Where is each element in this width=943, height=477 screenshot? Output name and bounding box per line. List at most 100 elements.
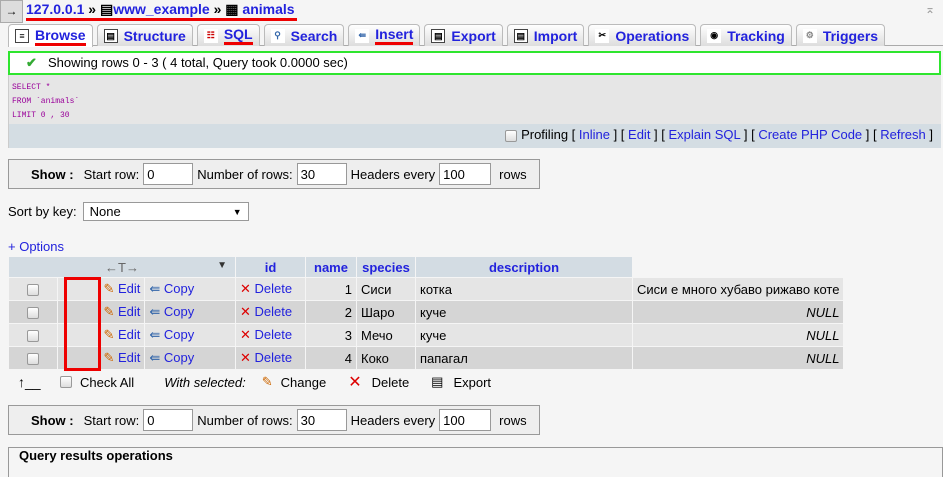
tab-search[interactable]: ⚲ Search <box>263 24 345 46</box>
num-rows-input[interactable] <box>296 163 347 185</box>
show-button[interactable]: Show : <box>31 413 74 428</box>
row-checkbox[interactable] <box>26 330 39 343</box>
tab-label: Import <box>533 27 578 44</box>
copy-cell: ⇚ Copy <box>145 278 235 300</box>
collapse-icon[interactable]: ⌅ <box>925 2 935 16</box>
copy-icon: ⇚ <box>149 304 161 319</box>
refresh-link[interactable]: Refresh <box>880 127 926 142</box>
breadcrumb-database[interactable]: www_example <box>113 1 210 17</box>
show-button[interactable]: Show : <box>31 167 74 182</box>
cell-id: 2 <box>306 301 356 323</box>
options-link[interactable]: + Options <box>8 239 64 254</box>
tab-label: SQL <box>223 26 253 45</box>
profiling-label: Profiling <box>521 127 569 142</box>
tab-tracking[interactable]: ◉ Tracking <box>700 24 792 46</box>
bulk-actions: ↑__ Check All With selected: ✎ Change ✕ … <box>18 372 491 392</box>
message-text: Showing rows 0 - 3 ( 4 total, Query took… <box>48 55 348 70</box>
pencil-icon: ✎ <box>103 350 115 365</box>
edit-sql-link[interactable]: Edit <box>628 127 650 142</box>
sql-line: FROM `animals` <box>12 97 80 106</box>
breadcrumb-server[interactable]: 127.0.0.1 <box>26 1 84 17</box>
headers-input[interactable] <box>439 163 492 185</box>
start-row-input[interactable] <box>143 409 194 431</box>
edit-highlight <box>64 277 101 371</box>
column-header-id[interactable]: id <box>236 257 305 277</box>
tab-triggers[interactable]: ⚙ Triggers <box>795 24 886 46</box>
copy-link[interactable]: Copy <box>164 327 194 342</box>
cell-description: NULL <box>633 347 844 369</box>
start-row-input[interactable] <box>143 163 194 185</box>
copy-link[interactable]: Copy <box>164 350 194 365</box>
export-selected-button[interactable]: Export <box>453 375 491 390</box>
copy-link[interactable]: Copy <box>164 281 194 296</box>
create-php-code-link[interactable]: Create PHP Code <box>758 127 862 142</box>
delete-icon: ✕ <box>240 281 251 296</box>
delete-link[interactable]: Delete <box>255 350 293 365</box>
delete-icon: ✕ <box>240 304 251 319</box>
tab-structure[interactable]: ▤ Structure <box>96 24 193 46</box>
breadcrumb-table[interactable]: animals <box>242 1 294 17</box>
column-resize-header[interactable]: ←T→ ▼ <box>9 257 235 277</box>
row-checkbox[interactable] <box>26 307 39 320</box>
delete-link[interactable]: Delete <box>255 281 293 296</box>
edit-link[interactable]: Edit <box>118 327 140 342</box>
column-header-species[interactable]: species <box>357 257 415 277</box>
separator: » <box>88 1 97 17</box>
tab-label: Triggers <box>822 27 879 44</box>
delete-link[interactable]: Delete <box>255 327 293 342</box>
column-header-name[interactable]: name <box>306 257 356 277</box>
delete-selected-button[interactable]: Delete <box>372 375 410 390</box>
pencil-icon: ✎ <box>103 281 115 296</box>
chevron-down-icon: ▼ <box>232 206 242 217</box>
import-icon: ▤ <box>513 28 528 43</box>
sort-select[interactable]: None ▼ <box>82 202 249 221</box>
row-checkbox[interactable] <box>26 284 39 297</box>
copy-cell: ⇚ Copy <box>145 301 235 323</box>
row-checkbox[interactable] <box>26 353 39 366</box>
row-checkbox-cell <box>9 347 57 369</box>
cell-species: куче <box>416 301 632 323</box>
num-rows-input[interactable] <box>296 409 347 431</box>
tab-insert[interactable]: ⇚ Insert <box>348 24 421 46</box>
delete-cell: ✕ Delete <box>236 301 305 323</box>
tab-label: Insert <box>375 26 414 45</box>
column-menu-icon[interactable]: ▼ <box>217 260 227 271</box>
row-checkbox-cell <box>9 278 57 300</box>
tab-label: Structure <box>123 27 186 44</box>
tab-browse[interactable]: ≡ Browse <box>8 24 93 47</box>
cell-description: NULL <box>633 324 844 346</box>
column-header-description[interactable]: description <box>416 257 632 277</box>
tab-operations[interactable]: ✂ Operations <box>588 24 697 46</box>
operations-icon: ✂ <box>595 28 610 43</box>
tab-import[interactable]: ▤ Import <box>506 24 585 46</box>
navigation-toggle[interactable]: → <box>0 0 23 23</box>
change-button[interactable]: Change <box>281 375 327 390</box>
insert-icon: ⇚ <box>355 28 370 43</box>
delete-icon: ✕ <box>240 350 251 365</box>
tab-sql[interactable]: ☷ SQL <box>196 24 260 46</box>
edit-link[interactable]: Edit <box>118 350 140 365</box>
row-checkbox-cell <box>9 301 57 323</box>
copy-icon: ⇚ <box>149 327 161 342</box>
headers-input[interactable] <box>439 409 492 431</box>
inline-link[interactable]: Inline <box>579 127 610 142</box>
edit-link[interactable]: Edit <box>118 304 140 319</box>
sort-by-key: Sort by key: None ▼ <box>8 202 249 221</box>
cell-name: Мечо <box>357 324 415 346</box>
copy-link[interactable]: Copy <box>164 304 194 319</box>
profiling-checkbox[interactable] <box>505 129 518 142</box>
explain-sql-link[interactable]: Explain SQL <box>669 127 741 142</box>
separator: » <box>213 1 222 17</box>
edit-link[interactable]: Edit <box>118 281 140 296</box>
triggers-icon: ⚙ <box>802 28 817 43</box>
delete-link[interactable]: Delete <box>255 304 293 319</box>
start-row-label: Start row: <box>83 412 140 428</box>
checkmark-icon: ✔ <box>26 55 37 70</box>
copy-cell: ⇚ Copy <box>145 347 235 369</box>
cell-species: папагал <box>416 347 632 369</box>
cell-name: Сиси <box>357 278 415 300</box>
check-all-label[interactable]: Check All <box>80 375 134 390</box>
tab-export[interactable]: ▤ Export <box>424 24 503 46</box>
check-all-checkbox[interactable] <box>60 376 72 388</box>
database-icon: ▤ <box>99 1 114 17</box>
